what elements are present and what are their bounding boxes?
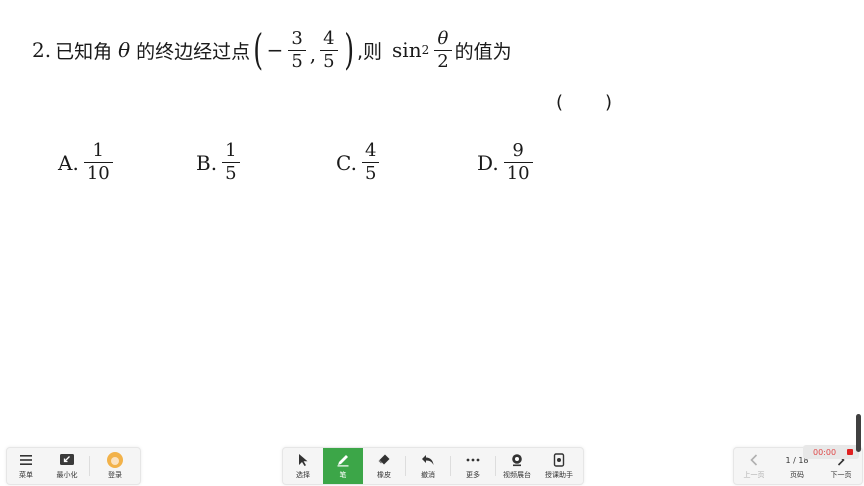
- question-text-before: 已知角: [55, 40, 113, 63]
- minimize-icon: [59, 452, 75, 468]
- undo-label: 撤消: [421, 471, 435, 479]
- fraction-denominator: 5: [222, 162, 240, 185]
- option-a: A. 1 10: [58, 140, 116, 185]
- center-toolbar: 选择 笔 橡皮 撤消 更多 视频展台 授课助手: [282, 447, 584, 485]
- undo-button[interactable]: 撤消: [406, 448, 450, 484]
- more-dots-icon: [466, 452, 480, 468]
- timer-text: 00:00: [813, 447, 837, 457]
- menu-label: 菜单: [19, 471, 33, 479]
- option-d: D. 9 10: [477, 140, 536, 185]
- option-fraction: 9 10: [503, 140, 533, 185]
- sin-exponent: 2: [421, 43, 430, 57]
- teaching-assistant-label: 授课助手: [545, 471, 573, 479]
- page-label: 页码: [790, 471, 804, 479]
- answer-left-paren: (: [556, 92, 564, 113]
- question-text-mid: 的终边经过点: [136, 40, 251, 63]
- fraction-denominator: 5: [288, 49, 306, 73]
- webcam-icon: [510, 452, 524, 468]
- fraction-numerator: θ: [437, 27, 449, 49]
- video-booth-button[interactable]: 视频展台: [496, 448, 538, 484]
- option-fraction: 1 5: [222, 140, 240, 185]
- minimize-button[interactable]: 最小化: [45, 448, 89, 484]
- fraction-numerator: 1: [92, 140, 104, 161]
- question-text-then: ,则: [356, 40, 383, 63]
- login-button[interactable]: 登录: [90, 448, 140, 484]
- theta-symbol: θ: [118, 38, 131, 62]
- fraction-denominator: 2: [434, 49, 452, 73]
- login-label: 登录: [108, 471, 122, 479]
- teaching-assistant-button[interactable]: 授课助手: [538, 448, 580, 484]
- pen-label: 笔: [339, 471, 347, 479]
- minimize-label: 最小化: [56, 471, 78, 479]
- select-label: 选择: [296, 471, 310, 479]
- avatar-icon: [107, 452, 123, 468]
- fraction-numerator: 4: [364, 140, 377, 161]
- menu-button[interactable]: 菜单: [7, 448, 45, 484]
- question-text-end: 的值为: [454, 40, 512, 63]
- undo-icon: [421, 452, 435, 468]
- option-fraction: 1 10: [83, 140, 113, 185]
- fraction-denominator: 5: [320, 49, 338, 73]
- assistant-device-icon: [553, 452, 565, 468]
- option-c: C. 4 5: [336, 140, 382, 185]
- hamburger-icon: [19, 452, 33, 468]
- option-label: D.: [477, 150, 499, 175]
- minus-sign: −: [266, 38, 284, 62]
- question-stem: 2. 已知角 θ 的终边经过点 ( − 3 5 , 4 5 ) ,则 sin 2…: [32, 22, 512, 78]
- video-booth-label: 视频展台: [503, 471, 531, 479]
- more-label: 更多: [466, 471, 480, 479]
- option-fraction: 4 5: [361, 140, 380, 185]
- fraction-numerator: 1: [225, 140, 237, 161]
- sin-function: sin: [392, 38, 422, 62]
- fraction-denominator: 5: [361, 162, 380, 185]
- fraction-numerator: 4: [323, 27, 335, 49]
- point-y-fraction: 4 5: [320, 27, 338, 73]
- fraction-denominator: 10: [83, 162, 113, 185]
- question-number: 2.: [32, 38, 52, 62]
- answer-right-paren: ): [605, 92, 613, 113]
- left-paren: (: [253, 25, 264, 74]
- fraction-numerator: 9: [512, 140, 524, 161]
- whiteboard-canvas[interactable]: 2. 已知角 θ 的终边经过点 ( − 3 5 , 4 5 ) ,则 sin 2…: [0, 0, 864, 486]
- right-paren: ): [343, 25, 354, 74]
- point-x-fraction: 3 5: [288, 27, 306, 73]
- cursor-icon: [297, 452, 309, 468]
- left-toolbar: 菜单 最小化 登录: [6, 447, 141, 485]
- pen-tool-button[interactable]: 笔: [323, 448, 363, 484]
- eraser-tool-button[interactable]: 橡皮: [363, 448, 405, 484]
- option-label: C.: [336, 150, 357, 175]
- option-b: B. 1 5: [196, 140, 243, 185]
- fraction-denominator: 10: [503, 162, 533, 185]
- more-button[interactable]: 更多: [451, 448, 495, 484]
- eraser-icon: [377, 452, 391, 468]
- prev-page-button[interactable]: 上一页: [734, 448, 774, 484]
- option-label: A.: [58, 150, 79, 175]
- eraser-label: 橡皮: [377, 471, 391, 479]
- pen-icon: [336, 452, 350, 468]
- select-tool-button[interactable]: 选择: [283, 448, 323, 484]
- next-page-label: 下一页: [830, 471, 852, 479]
- half-angle-fraction: θ 2: [434, 27, 452, 73]
- side-drag-handle[interactable]: [856, 414, 861, 452]
- prev-page-label: 上一页: [743, 471, 765, 479]
- record-stop-icon: [847, 449, 853, 455]
- answer-blank: (): [556, 92, 612, 113]
- chevron-left-icon: [749, 452, 759, 468]
- fraction-numerator: 3: [291, 27, 303, 49]
- recording-timer[interactable]: 00:00: [803, 445, 859, 459]
- option-label: B.: [196, 150, 218, 175]
- comma: ,: [309, 42, 317, 66]
